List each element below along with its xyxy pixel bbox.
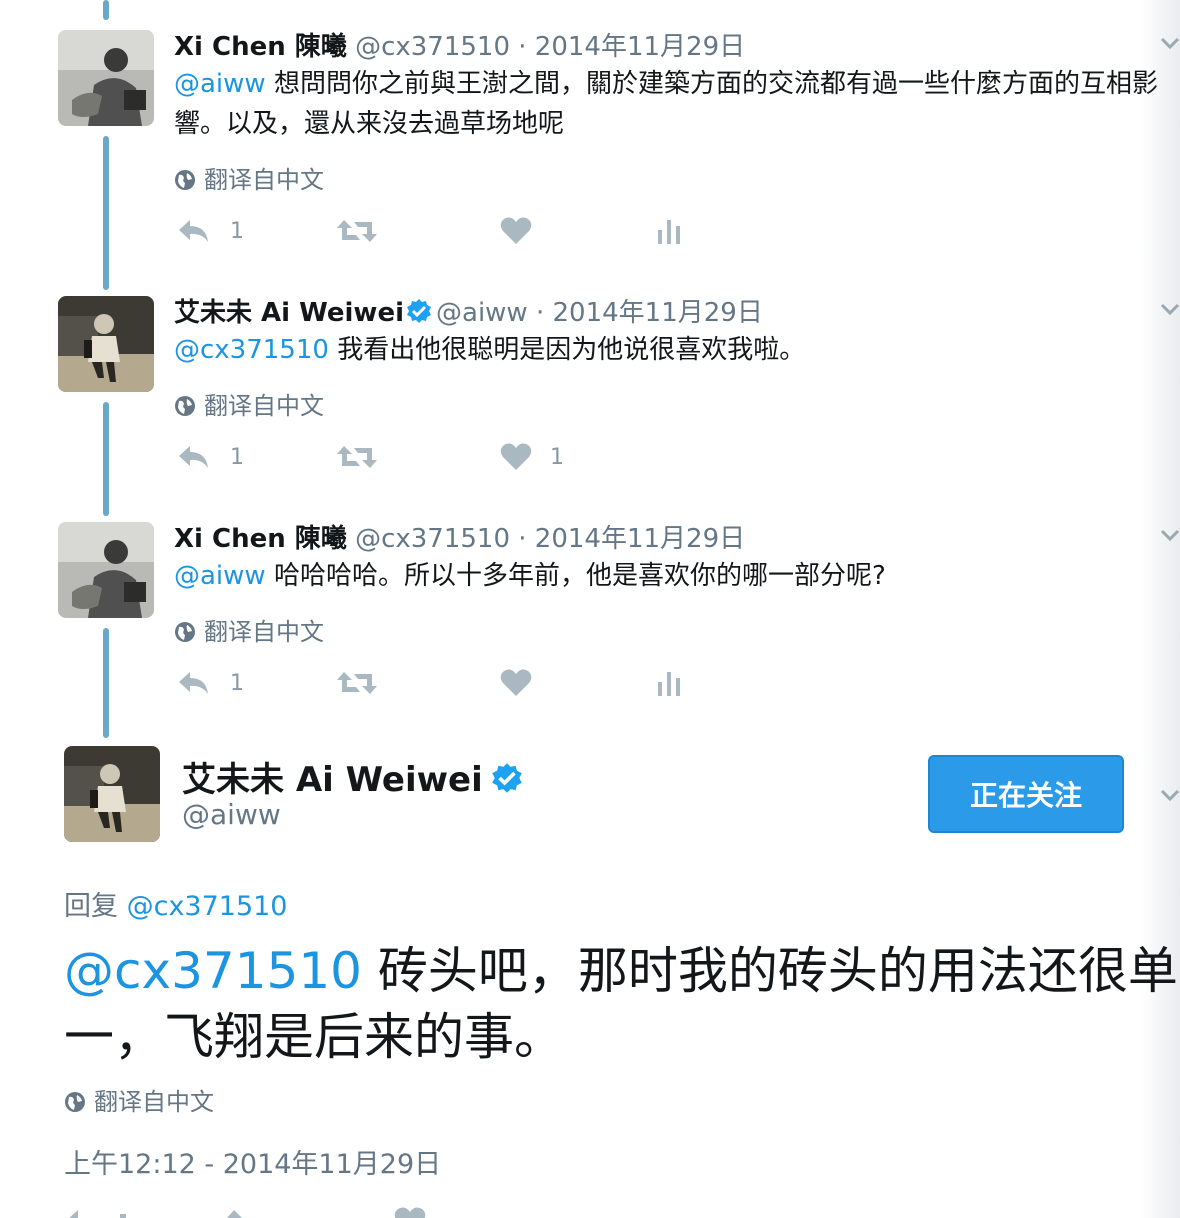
tweet-text: @cx371510 我看出他很聪明是因为他说很喜欢我啦。	[174, 330, 1164, 370]
retweet-button[interactable]	[336, 668, 378, 698]
chevron-down-icon[interactable]	[1160, 528, 1180, 547]
tweet-header: 艾未未 Ai Weiwei @aiww · 2014年11月29日	[174, 292, 763, 329]
globe-icon	[175, 622, 195, 642]
tweet-actions: 1	[176, 216, 716, 252]
translate-label[interactable]: 翻译自中文	[204, 166, 324, 194]
retweet-icon	[337, 446, 377, 468]
replying-to: 回复 @cx371510	[64, 884, 288, 923]
reply-button[interactable]: 1	[176, 216, 244, 246]
thread-line	[103, 402, 109, 516]
chevron-down-icon[interactable]	[1160, 36, 1180, 55]
reply-to-link[interactable]: @cx371510	[127, 891, 288, 922]
avatar-photo	[58, 522, 154, 618]
tweet-header: Xi Chen 陳曦 @cx371510 · 2014年11月29日	[174, 26, 745, 63]
main-tweet-text: @cx371510 砖头吧，那时我的砖头的用法还很单一，飞翔是后来的事。	[64, 938, 1180, 1070]
author-name[interactable]: Xi Chen 陳曦	[174, 524, 347, 554]
tweet-actions: 1 1	[176, 442, 716, 478]
author-name[interactable]: Xi Chen 陳曦	[174, 32, 347, 62]
avatar-photo	[58, 296, 154, 392]
mention-link[interactable]: @aiww	[174, 561, 266, 591]
reply-button[interactable]: 1	[176, 668, 244, 698]
verified-icon	[407, 299, 432, 323]
main-tweet-actions	[64, 1206, 484, 1218]
tweet-actions: 1	[176, 668, 716, 704]
translate-label[interactable]: 翻译自中文	[94, 1088, 214, 1116]
heart-icon	[500, 217, 532, 244]
translate-label[interactable]: 翻译自中文	[204, 618, 324, 646]
action-icons-cutoff	[69, 1207, 426, 1218]
reply-icon	[179, 672, 208, 694]
tweet-body: 哈哈哈哈。所以十多年前，他是喜欢你的哪一部分呢?	[265, 561, 886, 591]
tweet-text: @aiww 哈哈哈哈。所以十多年前，他是喜欢你的哪一部分呢?	[174, 556, 1164, 596]
reply-button[interactable]: 1	[176, 442, 244, 472]
tweet-body: 我看出他很聪明是因为他说很喜欢我啦。	[328, 335, 806, 365]
author-handle[interactable]: @aiww	[436, 298, 528, 328]
separator-dot: ·	[535, 298, 545, 328]
author-handle[interactable]: @cx371510	[355, 524, 510, 554]
retweet-button[interactable]	[336, 216, 378, 246]
reply-count: 1	[230, 670, 244, 696]
retweet-icon	[337, 220, 377, 242]
verified-icon	[492, 763, 522, 793]
like-button[interactable]	[500, 216, 532, 246]
following-button[interactable]: 正在关注	[928, 755, 1124, 833]
mention-link[interactable]: @aiww	[174, 69, 266, 99]
reply-icon	[179, 220, 208, 242]
translate-label[interactable]: 翻译自中文	[204, 392, 324, 420]
translate-link[interactable]: 翻译自中文	[174, 386, 324, 421]
thread-line	[103, 628, 109, 738]
translate-link[interactable]: 翻译自中文	[174, 160, 324, 195]
like-button[interactable]: 1	[500, 442, 564, 472]
main-author-name[interactable]: 艾未未 Ai Weiwei	[182, 752, 527, 801]
reply-prefix: 回复	[64, 891, 118, 922]
chevron-down-icon[interactable]	[1160, 302, 1180, 321]
tweet-body: 想問問你之前與王澍之間，關於建築方面的交流都有過一些什麼方面的互相影響。以及，還…	[174, 69, 1158, 139]
like-count: 1	[550, 444, 564, 470]
author-name[interactable]: 艾未未 Ai Weiwei	[182, 760, 483, 800]
globe-icon	[175, 396, 195, 416]
reply-count: 1	[230, 218, 244, 244]
author-handle[interactable]: @cx371510	[355, 32, 510, 62]
avatar-ai-weiwei[interactable]	[64, 746, 160, 842]
analytics-button[interactable]	[656, 216, 682, 246]
like-button[interactable]	[500, 668, 532, 698]
translate-link[interactable]: 翻译自中文	[174, 612, 324, 647]
analytics-icon	[658, 672, 680, 696]
avatar-xi-chen[interactable]	[58, 30, 154, 126]
separator-dot: ·	[518, 32, 527, 62]
thread-line	[103, 136, 109, 290]
analytics-icon	[658, 220, 680, 244]
tweet-timestamp[interactable]: 上午12:12 - 2014年11月29日	[64, 1142, 441, 1181]
reply-icon	[179, 446, 208, 468]
author-handle[interactable]: @aiww	[182, 798, 281, 831]
mention-link[interactable]: @cx371510	[174, 335, 329, 365]
avatar-photo	[64, 746, 160, 842]
tweet-header: Xi Chen 陳曦 @cx371510 · 2014年11月29日	[174, 518, 745, 555]
mention-link[interactable]: @cx371510	[64, 942, 362, 1000]
tweet-date[interactable]: 2014年11月29日	[553, 298, 763, 328]
retweet-icon	[337, 672, 377, 694]
avatar-ai-weiwei[interactable]	[58, 296, 154, 392]
thread-line	[103, 0, 109, 20]
avatar-xi-chen[interactable]	[58, 522, 154, 618]
author-name[interactable]: 艾未未 Ai Weiwei	[174, 298, 404, 328]
heart-icon	[500, 443, 532, 470]
globe-icon	[175, 170, 195, 190]
tweet-date[interactable]: 2014年11月29日	[535, 524, 745, 554]
separator-dot: ·	[518, 524, 527, 554]
globe-icon	[65, 1092, 85, 1112]
avatar-photo	[58, 30, 154, 126]
analytics-button[interactable]	[656, 668, 682, 698]
heart-icon	[500, 669, 532, 696]
translate-link[interactable]: 翻译自中文	[64, 1082, 214, 1117]
reply-count: 1	[230, 444, 244, 470]
tweet-date[interactable]: 2014年11月29日	[535, 32, 745, 62]
chevron-down-icon[interactable]	[1160, 788, 1180, 807]
tweet-text: @aiww 想問問你之前與王澍之間，關於建築方面的交流都有過一些什麼方面的互相影…	[174, 64, 1164, 144]
retweet-button[interactable]	[336, 442, 378, 472]
